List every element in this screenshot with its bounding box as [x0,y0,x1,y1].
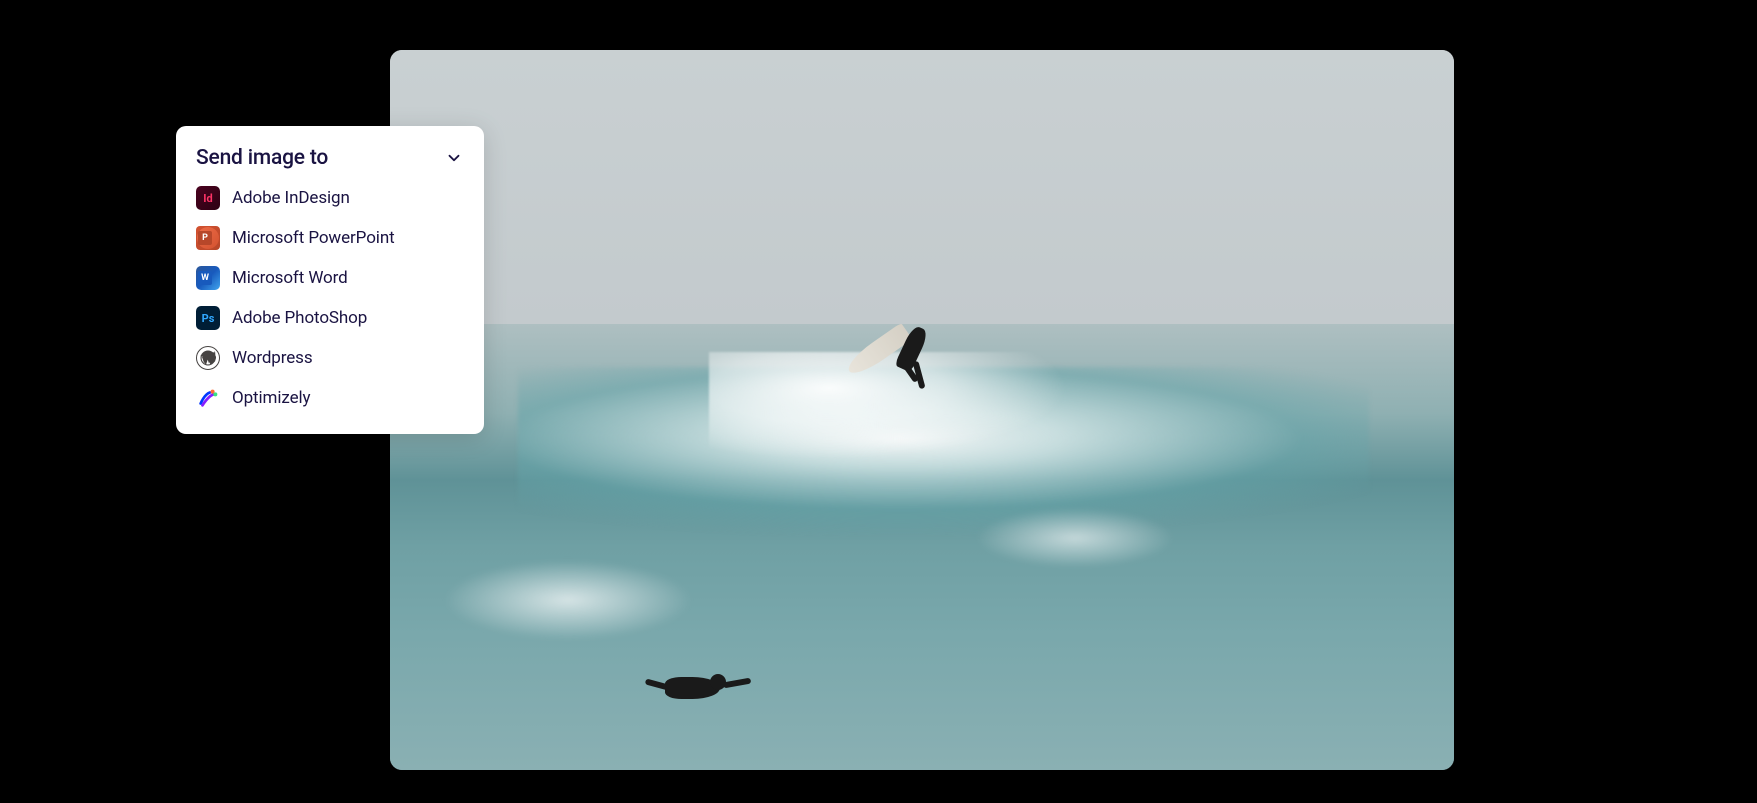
powerpoint-icon: P [196,226,220,250]
wordpress-icon [196,346,220,370]
item-label: Wordpress [232,348,313,368]
dropdown-item-optimizely[interactable]: Optimizely [196,386,464,410]
surfer-photo [390,50,1454,770]
dropdown-item-indesign[interactable]: Id Adobe InDesign [196,186,464,210]
item-label: Microsoft PowerPoint [232,228,395,248]
dropdown-item-wordpress[interactable]: Wordpress [196,346,464,370]
image-preview[interactable] [390,50,1454,770]
photoshop-icon: Ps [196,306,220,330]
indesign-icon: Id [196,186,220,210]
dropdown-title: Send image to [196,146,328,170]
dropdown-item-photoshop[interactable]: Ps Adobe PhotoShop [196,306,464,330]
send-image-dropdown: Send image to Id Adobe InDesign P Micros… [176,126,484,434]
dropdown-list: Id Adobe InDesign P Microsoft PowerPoint… [196,186,464,410]
chevron-down-icon [444,148,464,168]
dropdown-item-word[interactable]: W Microsoft Word [196,266,464,290]
item-label: Optimizely [232,388,310,408]
dropdown-item-powerpoint[interactable]: P Microsoft PowerPoint [196,226,464,250]
dropdown-header[interactable]: Send image to [196,146,464,170]
word-icon: W [196,266,220,290]
optimizely-icon [196,386,220,410]
item-label: Adobe PhotoShop [232,308,367,328]
item-label: Microsoft Word [232,268,348,288]
item-label: Adobe InDesign [232,188,350,208]
